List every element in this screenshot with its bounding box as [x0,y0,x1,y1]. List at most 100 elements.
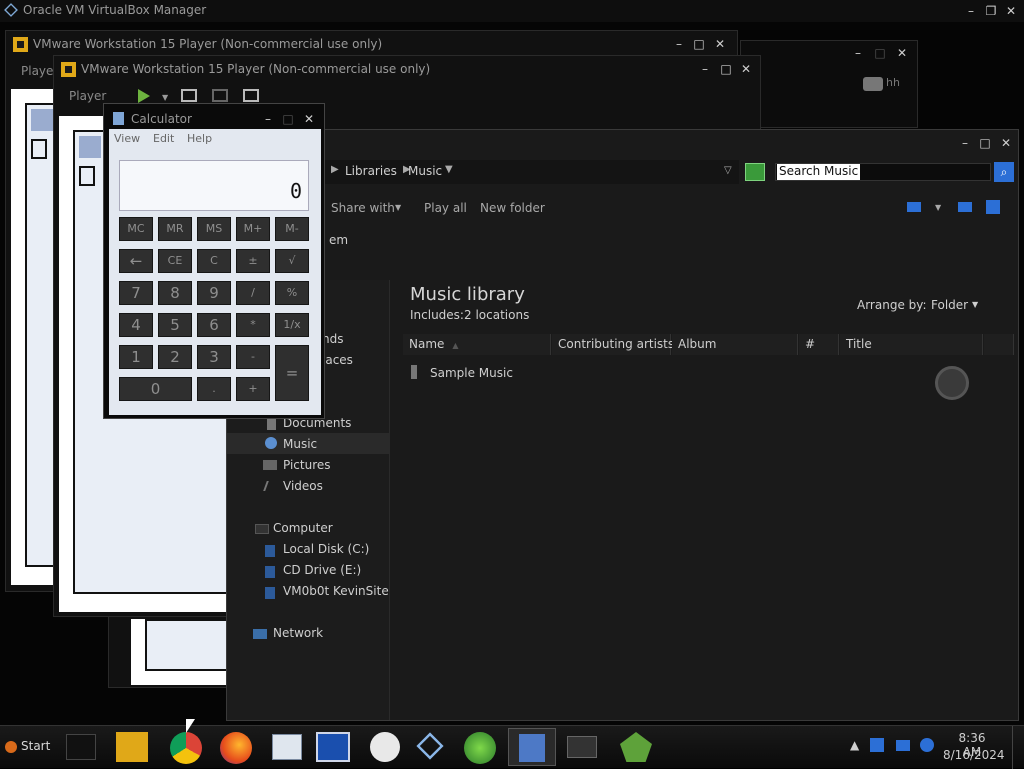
paint-icon[interactable] [370,732,400,762]
menu-view[interactable]: View [114,132,140,145]
digit-2-button[interactable]: 2 [158,345,192,369]
maximize-icon[interactable]: □ [279,111,297,127]
mr-button[interactable]: MR [158,217,192,241]
digit-3-button[interactable]: 3 [197,345,231,369]
menu-help[interactable]: Help [187,132,212,145]
decimal-button[interactable]: . [197,377,231,401]
fit-window-icon[interactable] [212,89,228,102]
nav-item-recent-places[interactable]: laces [322,353,353,367]
unity-icon[interactable] [243,89,259,102]
play-all-button[interactable]: Play all [424,201,467,215]
breadcrumb-libraries[interactable]: Libraries [345,164,397,178]
terminal-app-icon[interactable] [66,734,96,760]
breadcrumb-arrow-icon[interactable]: ▶ [331,164,339,175]
digit-8-button[interactable]: 8 [158,281,192,305]
address-dropdown-icon[interactable]: ▽ [724,165,732,176]
maximize-icon[interactable]: □ [976,135,994,151]
mail-icon[interactable] [272,734,302,760]
column-header-name[interactable]: Name ▲ [403,334,551,355]
new-folder-button[interactable]: New folder [480,201,545,215]
play-icon[interactable] [138,89,150,103]
volume-tray-icon[interactable] [920,738,934,752]
ce-button[interactable]: CE [158,249,192,273]
close-icon[interactable]: ✕ [1002,3,1020,19]
user-label[interactable]: hh [886,76,900,89]
windows-icon[interactable] [464,732,496,764]
close-icon[interactable]: ✕ [300,111,318,127]
digit-4-button[interactable]: 4 [119,313,153,337]
restore-icon[interactable]: ❐ [982,3,1000,19]
breadcrumb-music[interactable]: Music [408,164,442,178]
preview-pane-icon[interactable] [958,202,972,212]
c-button[interactable]: C [197,249,231,273]
column-header-title[interactable]: Title [840,334,983,355]
player-menu[interactable]: Player [69,89,106,103]
maximize-icon[interactable]: □ [871,45,889,61]
equals-button[interactable]: = [275,345,309,401]
minimize-icon[interactable]: – [259,111,277,127]
nav-item-network-share[interactable]: VM0b0t KevinSite [283,584,389,598]
digit-9-button[interactable]: 9 [197,281,231,305]
nav-item-partial[interactable]: em [329,233,348,247]
minimize-icon[interactable]: – [849,45,867,61]
minimize-icon[interactable]: – [670,36,688,52]
virtualbox-app-icon[interactable] [416,732,444,760]
nav-item-videos[interactable]: Videos [283,479,323,493]
steam-icon[interactable] [935,366,969,400]
nav-item-cd-drive[interactable]: CD Drive (E:) [283,563,361,577]
device-manager-icon[interactable] [567,736,597,758]
remote-desktop-icon[interactable] [316,732,350,762]
nav-item-local-disk[interactable]: Local Disk (C:) [283,542,369,556]
percent-button[interactable]: % [275,281,309,305]
close-icon[interactable]: ✕ [997,135,1015,151]
column-header-more[interactable] [984,334,1014,355]
multiply-button[interactable]: * [236,313,270,337]
nav-item-downloads[interactable]: nds [322,332,343,346]
menu-edit[interactable]: Edit [153,132,174,145]
show-hidden-icons-icon[interactable]: ▲ [850,738,859,752]
column-header-number[interactable]: # [799,334,839,355]
nav-item-music[interactable]: Music [283,437,317,451]
chrome-icon[interactable] [170,732,202,764]
includes-locations-link[interactable]: 2 locations [464,308,529,322]
minimize-icon[interactable]: – [956,135,974,151]
close-icon[interactable]: ✕ [711,36,729,52]
digit-0-button[interactable]: 0 [119,377,192,401]
backspace-button[interactable]: ← [119,249,153,273]
m-plus-button[interactable]: M+ [236,217,270,241]
column-header-artists[interactable]: Contributing artists [552,334,674,355]
gem-icon[interactable] [620,732,652,762]
minimize-icon[interactable]: – [696,61,714,77]
firefox-icon[interactable] [220,732,252,764]
vmware-app-icon[interactable] [116,732,148,762]
file-row[interactable]: Sample Music [403,363,603,383]
show-desktop-button[interactable] [1012,726,1024,769]
digit-6-button[interactable]: 6 [197,313,231,337]
digit-5-button[interactable]: 5 [158,313,192,337]
digit-1-button[interactable]: 1 [119,345,153,369]
share-with-menu[interactable]: Share with [331,201,395,215]
nav-item-network[interactable]: Network [273,626,323,640]
ms-button[interactable]: MS [197,217,231,241]
add-button[interactable]: + [236,377,270,401]
refresh-icon[interactable] [745,163,765,181]
send-ctrl-alt-del-icon[interactable] [181,89,197,102]
minimize-icon[interactable]: – [962,3,980,19]
maximize-icon[interactable]: □ [690,36,708,52]
sign-button[interactable]: ± [236,249,270,273]
reciprocal-button[interactable]: 1/x [275,313,309,337]
nav-item-pictures[interactable]: Pictures [283,458,331,472]
change-view-icon[interactable] [907,202,921,212]
m-minus-button[interactable]: M- [275,217,309,241]
breadcrumb-arrow-icon[interactable]: ▼ [445,164,453,175]
display-tray-icon[interactable] [896,740,910,751]
digit-7-button[interactable]: 7 [119,281,153,305]
subtract-button[interactable]: - [236,345,270,369]
arrange-by-dropdown[interactable]: Folder [931,298,968,312]
nav-item-computer[interactable]: Computer [273,521,333,535]
sqrt-button[interactable]: √ [275,249,309,273]
help-icon[interactable] [986,200,1000,214]
maximize-icon[interactable]: □ [717,61,735,77]
mc-button[interactable]: MC [119,217,153,241]
clock-date[interactable]: 8/16/2024 [943,748,1005,762]
